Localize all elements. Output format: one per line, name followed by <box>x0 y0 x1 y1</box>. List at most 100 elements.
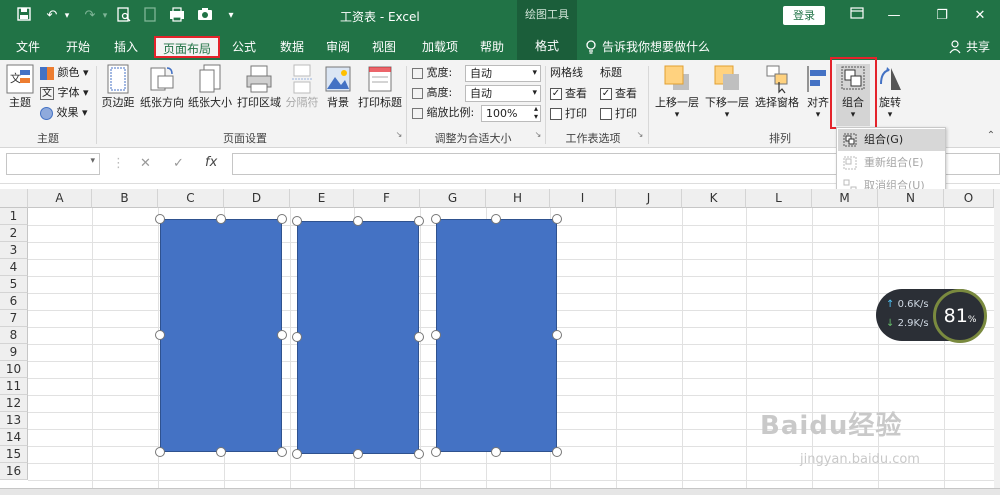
resize-handle[interactable] <box>353 216 363 226</box>
resize-handle[interactable] <box>277 214 287 224</box>
orientation-button[interactable]: 纸张方向 <box>138 64 186 110</box>
undo-icon[interactable]: ↶ <box>42 7 62 25</box>
breaks-button[interactable]: 分隔符 <box>284 64 320 110</box>
row-header[interactable]: 1 <box>0 208 28 225</box>
row-header[interactable]: 11 <box>0 378 28 395</box>
login-button[interactable]: 登录 <box>783 6 825 25</box>
row-header[interactable]: 9 <box>0 344 28 361</box>
themes-button[interactable]: 文 主题 <box>4 64 36 110</box>
rectangle-shape[interactable] <box>436 219 557 452</box>
share-button[interactable]: 共享 <box>962 36 994 58</box>
width-select[interactable]: 自动 ▾ <box>465 65 541 82</box>
resize-handle[interactable] <box>216 447 226 457</box>
tab-page-layout[interactable]: 页面布局 <box>154 36 220 58</box>
background-button[interactable]: 背景 <box>322 64 354 110</box>
scale-launcher-icon[interactable]: ↘ <box>534 130 542 139</box>
resize-handle[interactable] <box>552 447 562 457</box>
redo-icon[interactable]: ↷ <box>80 7 100 25</box>
row-header[interactable]: 2 <box>0 225 28 242</box>
fonts-button[interactable]: 文 字体 ▾ <box>40 84 89 102</box>
effects-button[interactable]: 效果 ▾ <box>40 104 88 122</box>
enter-icon[interactable]: ✓ <box>173 156 184 171</box>
tab-addins[interactable]: 加载项 <box>416 36 464 58</box>
colors-button[interactable]: 颜色 ▾ <box>40 64 89 82</box>
row-header[interactable]: 7 <box>0 310 28 327</box>
tell-me-search[interactable]: 告诉我你想要做什么 <box>602 36 712 58</box>
resize-handle[interactable] <box>414 332 424 342</box>
column-header[interactable]: E <box>290 189 354 208</box>
resize-handle[interactable] <box>292 216 302 226</box>
resize-handle[interactable] <box>277 330 287 340</box>
menu-item-regroup[interactable]: 重新组合(E) <box>838 152 945 174</box>
column-header[interactable]: F <box>354 189 420 208</box>
tab-file[interactable]: 文件 <box>10 36 46 58</box>
bring-forward-button[interactable]: 上移一层 ▾ <box>652 64 702 120</box>
new-doc-icon[interactable] <box>140 7 160 25</box>
minimize-icon[interactable]: — <box>882 6 906 26</box>
tab-format[interactable]: 格式 <box>517 32 577 60</box>
row-header[interactable]: 4 <box>0 259 28 276</box>
send-backward-button[interactable]: 下移一层 ▾ <box>702 64 752 120</box>
column-header[interactable]: N <box>878 189 944 208</box>
print-area-button[interactable]: 打印区域 <box>234 64 284 110</box>
align-button[interactable]: 对齐 ▾ <box>804 64 832 120</box>
column-header[interactable]: O <box>944 189 994 208</box>
row-header[interactable]: 13 <box>0 412 28 429</box>
save-icon[interactable] <box>14 7 34 25</box>
tab-view[interactable]: 视图 <box>366 36 402 58</box>
collapse-ribbon-icon[interactable]: ⌃ <box>986 130 996 141</box>
column-header[interactable]: B <box>92 189 158 208</box>
resize-handle[interactable] <box>552 214 562 224</box>
resize-handle[interactable] <box>155 447 165 457</box>
tab-data[interactable]: 数据 <box>274 36 310 58</box>
tab-home[interactable]: 开始 <box>60 36 96 58</box>
column-header[interactable]: C <box>158 189 224 208</box>
page-setup-launcher-icon[interactable]: ↘ <box>395 130 403 139</box>
size-button[interactable]: 纸张大小 <box>186 64 234 110</box>
rectangle-shape[interactable] <box>297 221 419 454</box>
gridlines-view-checkbox[interactable]: ✓ 查看 <box>550 85 587 103</box>
margins-button[interactable]: 页边距 <box>100 64 136 110</box>
tab-formulas[interactable]: 公式 <box>226 36 262 58</box>
sheet-tabs-bar[interactable] <box>0 488 1000 495</box>
resize-handle[interactable] <box>431 214 441 224</box>
resize-handle[interactable] <box>414 449 424 459</box>
column-header[interactable]: H <box>486 189 550 208</box>
sheet-options-launcher-icon[interactable]: ↘ <box>636 130 644 139</box>
gridlines-print-checkbox[interactable]: 打印 <box>550 105 587 123</box>
row-header[interactable]: 3 <box>0 242 28 259</box>
row-header[interactable]: 10 <box>0 361 28 378</box>
rotate-button[interactable]: 旋转 ▾ <box>874 64 906 120</box>
redo-dropdown-icon[interactable]: ▾ <box>100 7 110 25</box>
headings-print-checkbox[interactable]: 打印 <box>600 105 637 123</box>
resize-handle[interactable] <box>552 330 562 340</box>
resize-handle[interactable] <box>155 330 165 340</box>
tab-help[interactable]: 帮助 <box>474 36 510 58</box>
scan-icon[interactable] <box>166 7 188 25</box>
row-header[interactable]: 14 <box>0 429 28 446</box>
tab-review[interactable]: 审阅 <box>320 36 356 58</box>
selection-pane-button[interactable]: 选择窗格 <box>752 64 802 110</box>
resize-handle[interactable] <box>292 332 302 342</box>
column-header[interactable]: M <box>812 189 878 208</box>
row-header[interactable]: 8 <box>0 327 28 344</box>
select-all-corner[interactable] <box>0 189 28 208</box>
row-header[interactable]: 15 <box>0 446 28 463</box>
tab-insert[interactable]: 插入 <box>108 36 144 58</box>
column-header[interactable]: K <box>682 189 746 208</box>
name-box[interactable]: ▾ <box>6 153 100 175</box>
column-header[interactable]: J <box>616 189 682 208</box>
column-header[interactable]: A <box>28 189 92 208</box>
resize-handle[interactable] <box>155 214 165 224</box>
column-header[interactable]: D <box>224 189 290 208</box>
menu-item-group[interactable]: 组合(G) <box>838 129 945 151</box>
column-header[interactable]: I <box>550 189 616 208</box>
resize-handle[interactable] <box>491 447 501 457</box>
restore-icon[interactable]: ❐ <box>930 6 954 26</box>
headings-view-checkbox[interactable]: ✓ 查看 <box>600 85 637 103</box>
cancel-icon[interactable]: ✕ <box>140 156 151 171</box>
resize-handle[interactable] <box>292 449 302 459</box>
row-header[interactable]: 16 <box>0 463 28 480</box>
scale-spinner[interactable]: 100% ▴ ▾ <box>481 105 541 122</box>
customize-qa-icon[interactable]: ▾ <box>224 7 238 25</box>
